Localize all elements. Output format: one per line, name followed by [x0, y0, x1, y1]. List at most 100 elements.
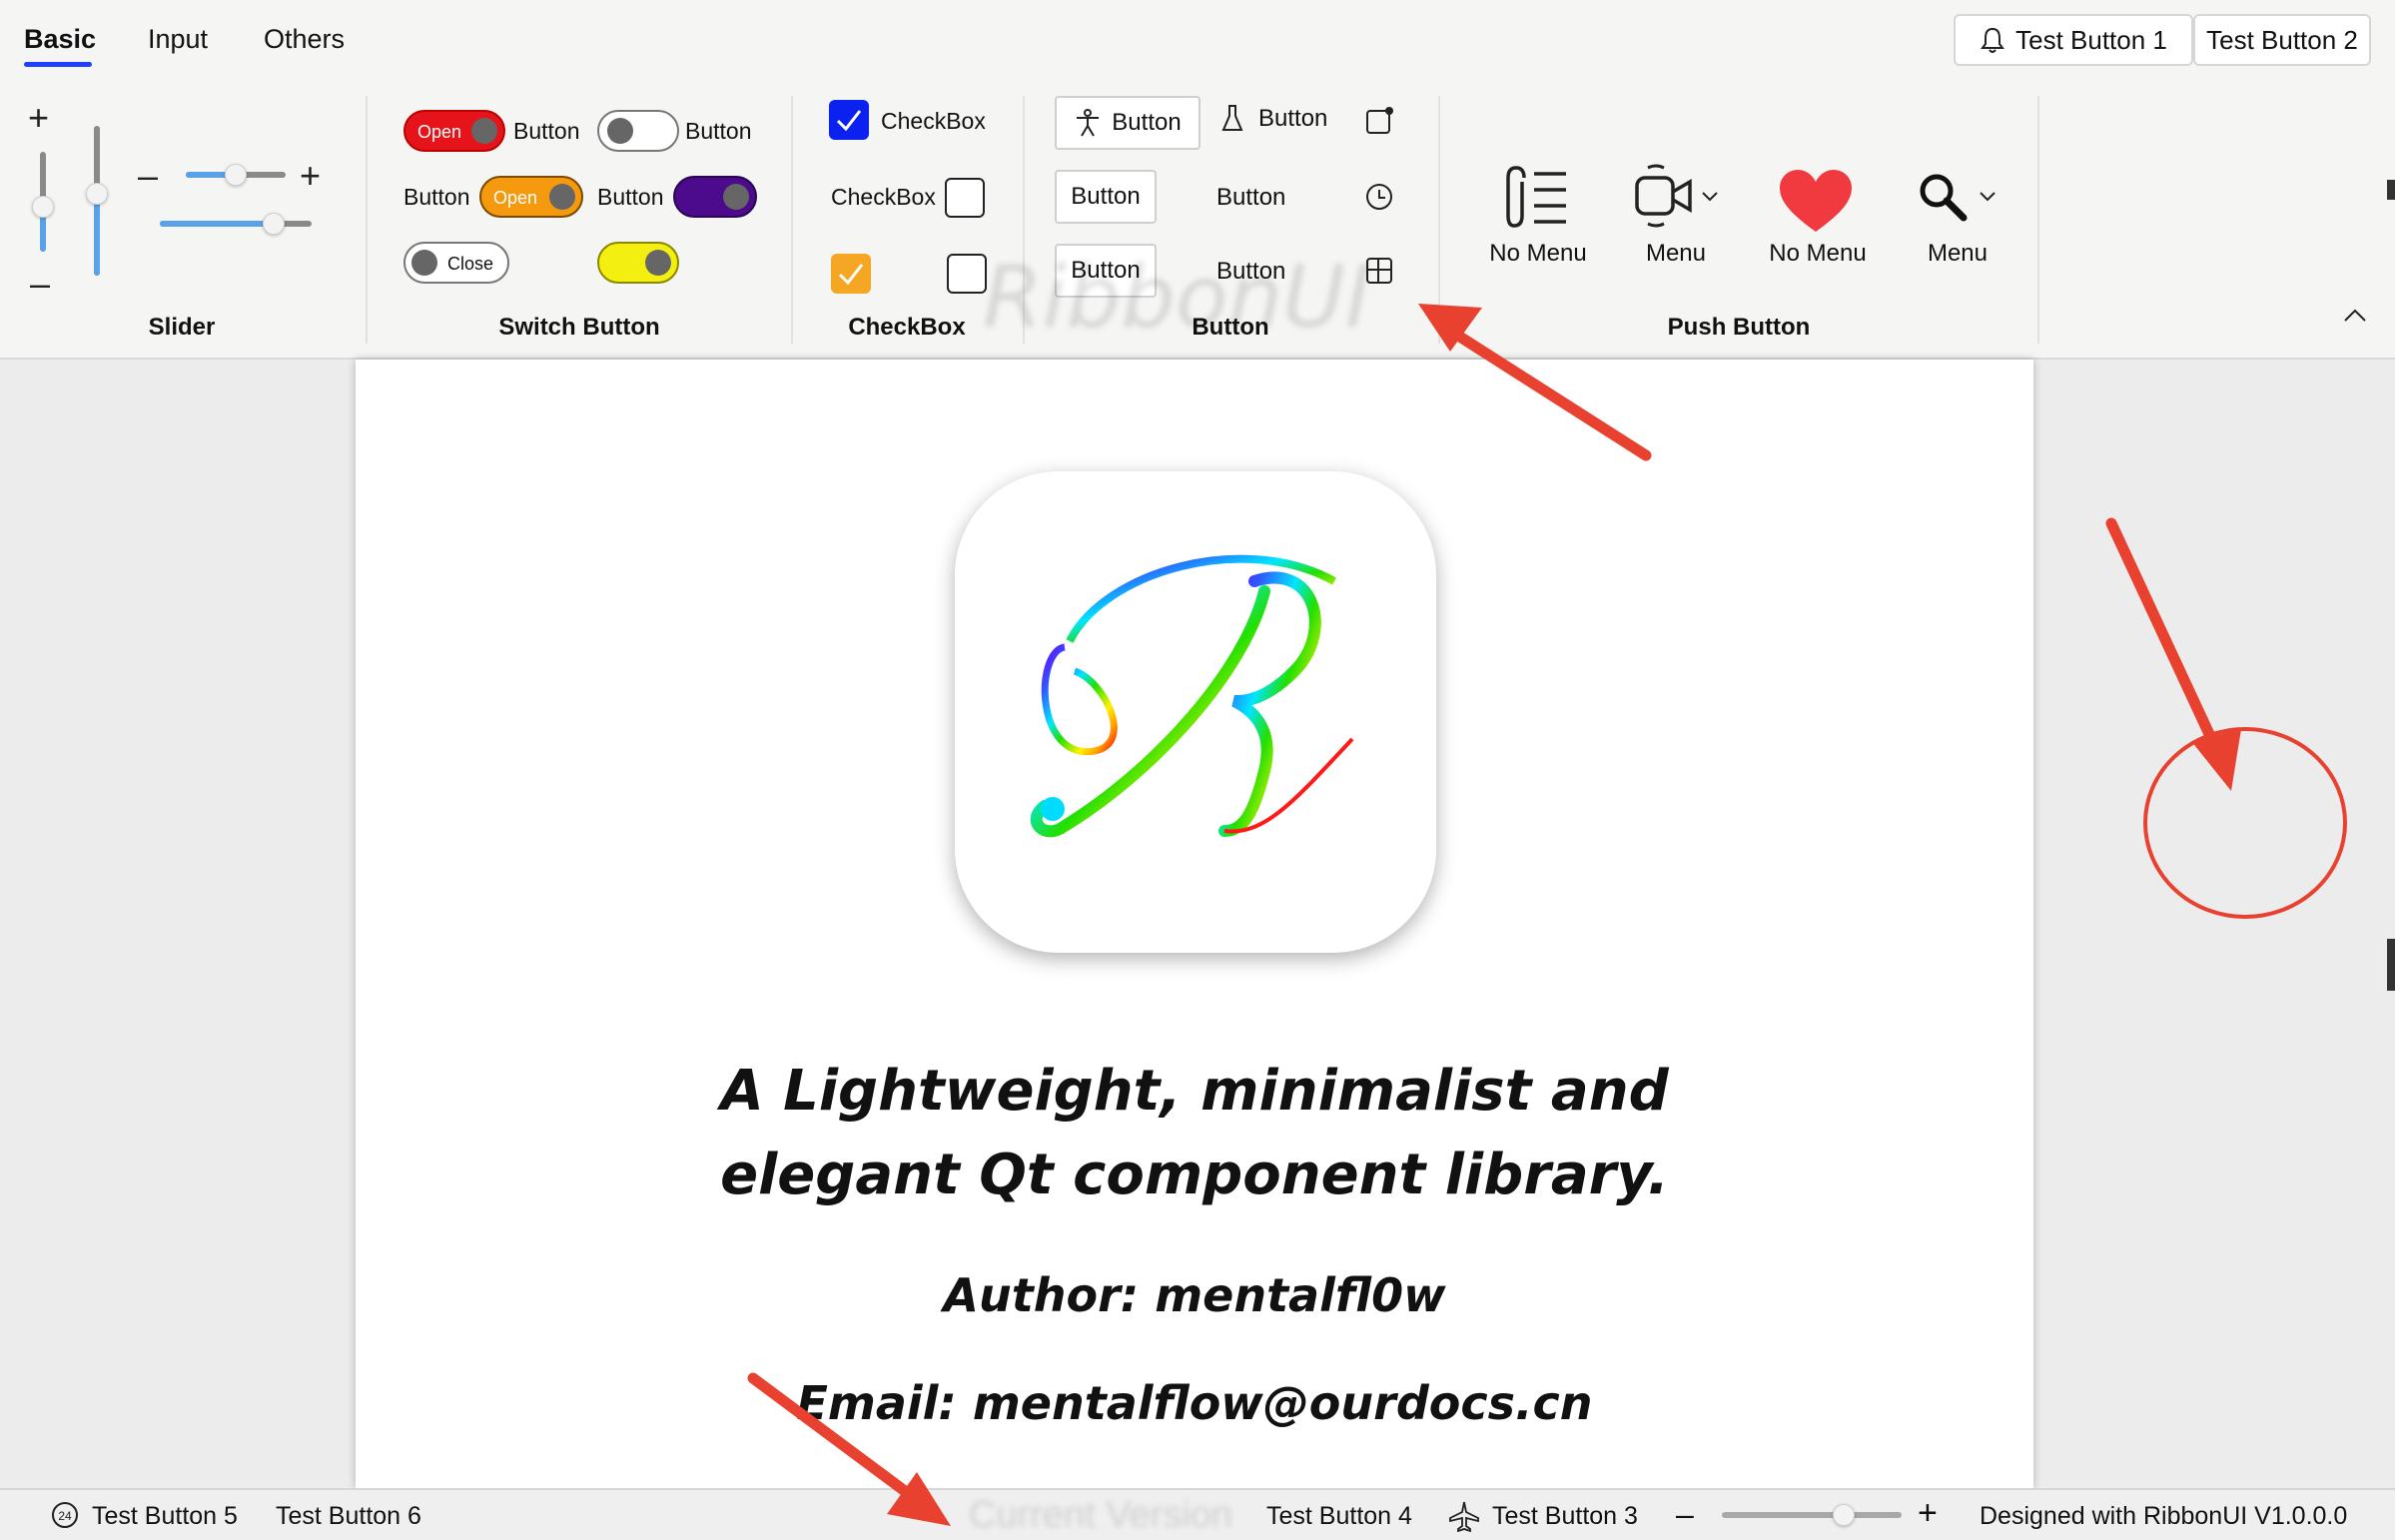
bell-icon — [1981, 27, 2005, 53]
accessibility-icon — [1077, 109, 1100, 137]
author-text: Author: mentalfl0w — [943, 1268, 1446, 1322]
square-dot-icon[interactable] — [1364, 106, 1394, 136]
switch-on-purple[interactable] — [673, 176, 757, 218]
switch-on-yellow[interactable] — [597, 242, 679, 284]
switch-open-orange[interactable]: Open — [479, 176, 583, 218]
checkbox-checked-orange[interactable] — [831, 254, 871, 294]
switch-text: Open — [493, 188, 538, 208]
test-button-2-label: Test Button 2 — [2206, 24, 2358, 55]
group-separator — [1438, 96, 1440, 344]
switch-knob — [471, 118, 497, 144]
push-button-label: No Menu — [1489, 240, 1587, 267]
airplane-icon — [1449, 1501, 1479, 1532]
test-button-2[interactable]: Test Button 2 — [2193, 14, 2371, 66]
checkbox-label: CheckBox — [881, 108, 986, 134]
switch-label: Button — [685, 118, 752, 144]
test-button-6[interactable]: Test Button 6 — [276, 1502, 421, 1531]
video-camera-icon — [1635, 164, 1692, 228]
checkbox-unchecked[interactable] — [945, 178, 985, 218]
slider-minus-icon[interactable]: – — [30, 266, 50, 302]
switch-text: Open — [417, 122, 462, 142]
zoom-out-icon[interactable]: – — [1676, 1496, 1694, 1533]
checkmark-icon — [836, 110, 862, 132]
test-button-1[interactable]: Test Button 1 — [1954, 14, 2193, 66]
ribbonui-logo-icon — [1030, 554, 1354, 838]
horizontal-slider-bottom-handle[interactable] — [263, 213, 285, 235]
switch-knob — [411, 250, 437, 276]
tab-basic[interactable]: Basic — [24, 24, 96, 55]
heart-icon[interactable] — [1778, 168, 1854, 234]
button-flask[interactable]: Button — [1220, 104, 1327, 134]
tagline-line-1: A Lightweight, minimalist and — [720, 1059, 1669, 1124]
slider-plus-icon[interactable]: + — [28, 100, 49, 136]
switch-label: Button — [513, 118, 580, 144]
button-label: Button — [1071, 183, 1141, 210]
clock-icon[interactable] — [1364, 182, 1394, 212]
push-button-video[interactable] — [1634, 162, 1720, 232]
vertical-slider-right-handle[interactable] — [86, 182, 108, 205]
zoom-in-icon[interactable]: + — [1918, 1494, 1938, 1533]
app-logo — [955, 471, 1436, 953]
switch-close-white[interactable]: Close — [403, 242, 509, 284]
switch-off-white[interactable] — [597, 110, 679, 152]
paperclip-list-icon[interactable] — [1506, 166, 1570, 230]
zoom-slider-handle[interactable] — [1833, 1504, 1856, 1526]
document-page: A Lightweight, minimalist and elegant Qt… — [356, 360, 2033, 1488]
vertical-slider-left-handle[interactable] — [32, 196, 54, 218]
search-icon — [1920, 174, 1968, 222]
horizontal-slider-top-handle[interactable] — [225, 164, 247, 186]
group-label-push: Push Button — [1667, 314, 1811, 341]
hslider-plus-icon[interactable]: + — [300, 158, 321, 194]
chevron-down-icon — [1980, 192, 1996, 202]
group-separator — [366, 96, 368, 344]
push-button-search[interactable] — [1918, 172, 1997, 222]
window-edge-marker — [2387, 180, 2395, 200]
checkbox-unchecked[interactable] — [947, 254, 987, 294]
collapse-ribbon-icon[interactable] — [2341, 306, 2369, 326]
checkbox-checked-blue[interactable] — [829, 100, 869, 140]
checkmark-icon — [838, 264, 864, 286]
test-button-5[interactable]: Test Button 5 — [92, 1502, 238, 1531]
window-edge-marker — [2387, 939, 2395, 991]
hslider-minus-icon[interactable]: – — [138, 158, 158, 194]
checkbox-label: CheckBox — [831, 184, 936, 210]
status-bar: 24 Test Button 5 Test Button 6 Current V… — [0, 1488, 2395, 1540]
switch-label: Button — [597, 184, 664, 210]
button-label: Button — [1112, 109, 1182, 136]
test-button-3[interactable]: Test Button 3 — [1492, 1502, 1638, 1531]
test-button-4[interactable]: Test Button 4 — [1266, 1502, 1412, 1531]
group-separator — [2037, 96, 2039, 344]
watermark: RibbonUI — [983, 248, 1371, 348]
push-button-label: Menu — [1645, 240, 1707, 267]
push-button-label: No Menu — [1769, 240, 1867, 267]
button-accessibility[interactable]: Button — [1055, 96, 1200, 150]
credit-text: Designed with RibbonUI V1.0.0.0 — [1980, 1502, 2348, 1530]
switch-open-red[interactable]: Open — [403, 110, 505, 152]
email-text: Email: mentalflow@ourdocs.cn — [796, 1376, 1593, 1430]
test-button-1-label: Test Button 1 — [2015, 24, 2167, 55]
switch-label: Button — [403, 184, 470, 210]
vertical-slider-right-fill — [94, 193, 100, 276]
status-ghost-text: Current Version — [969, 1494, 1233, 1536]
chevron-down-icon — [1702, 192, 1718, 202]
zoom-slider-track[interactable] — [1722, 1512, 1902, 1518]
tab-others[interactable]: Others — [264, 24, 345, 55]
push-button-label: Menu — [1927, 240, 1989, 267]
svg-text:24: 24 — [58, 1509, 72, 1523]
24-badge-icon: 24 — [52, 1502, 78, 1528]
button-plain[interactable]: Button — [1055, 170, 1157, 224]
switch-knob — [607, 118, 633, 144]
horizontal-slider-bottom-fill — [160, 221, 274, 227]
switch-text: Close — [447, 254, 494, 274]
button-label: Button — [1258, 105, 1328, 132]
group-label-switch: Switch Button — [498, 314, 660, 341]
switch-knob — [723, 184, 749, 210]
button-flat[interactable]: Button — [1216, 184, 1285, 212]
switch-knob — [645, 250, 671, 276]
tab-input[interactable]: Input — [148, 24, 208, 55]
switch-knob — [549, 184, 575, 210]
flask-icon — [1221, 105, 1243, 131]
tagline-line-2: elegant Qt component library. — [720, 1143, 1669, 1207]
annotation-arrow-side — [2105, 517, 2241, 791]
group-label-checkbox: CheckBox — [848, 314, 966, 341]
